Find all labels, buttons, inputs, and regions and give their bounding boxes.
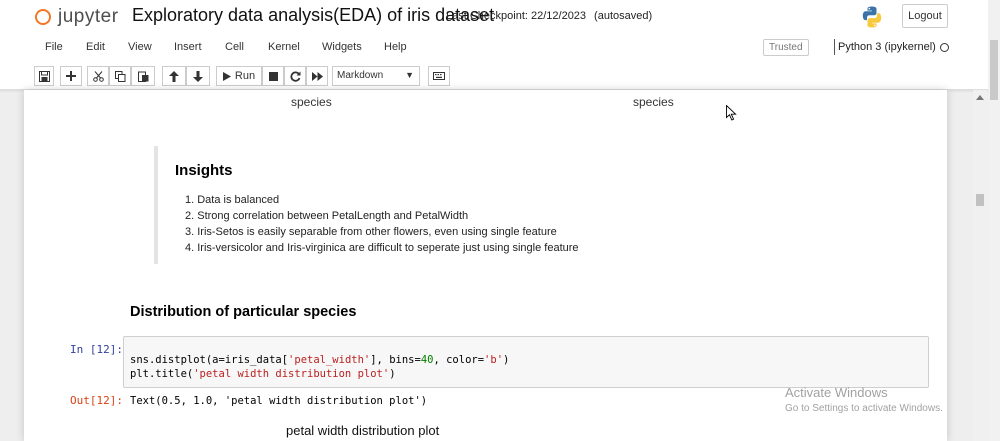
checkpoint-status: Last Checkpoint: 22/12/2023 (autosaved) [446,10,652,22]
paste-icon [137,71,148,82]
add-cell-icon [66,71,76,81]
notebook-header: jupyter Exploratory data analysis(EDA) o… [0,0,1000,93]
scrollbar-thumb[interactable] [976,194,984,206]
menu-widgets[interactable]: Widgets [322,41,362,53]
command-palette-button[interactable] [428,66,450,86]
cell-output-text: Text(0.5, 1.0, 'petal width distribution… [130,395,428,407]
copy-button[interactable] [109,66,131,86]
cell-type-value: Markdown [337,70,384,81]
python-logo-icon [862,6,882,28]
menu-cell[interactable]: Cell [225,41,244,53]
scroll-up-arrow-icon[interactable] [976,95,984,100]
menu-file[interactable]: File [45,41,63,53]
markdown-cell[interactable]: Insights 1. Data is balanced 2. Strong c… [154,146,934,264]
notebook-toolbar: Run Markdown ▼ [0,64,1000,90]
notebook-title[interactable]: Exploratory data analysis(EDA) of iris d… [132,5,494,26]
logout-button[interactable]: Logout [902,4,948,28]
list-item: 4. Iris-versicolor and Iris-virginica ar… [185,242,579,254]
mouse-cursor-icon [726,105,737,121]
fast-forward-icon [311,71,323,81]
insights-list: 1. Data is balanced 2. Strong correlatio… [185,192,579,256]
move-down-button[interactable] [186,66,210,86]
jupyter-logo-icon [34,8,52,26]
insights-heading: Insights [175,162,233,179]
menu-help[interactable]: Help [384,41,407,53]
watermark-subtitle: Go to Settings to activate Windows. [785,403,943,414]
menu-kernel[interactable]: Kernel [268,41,300,53]
restart-button[interactable] [284,66,306,86]
move-up-icon [169,70,179,82]
move-down-icon [193,70,203,82]
page-scrollbar[interactable] [988,0,1000,441]
plot-xaxis-label: species [633,95,674,109]
jupyter-logo[interactable]: jupyter [34,6,119,28]
fast-forward-button[interactable] [306,66,328,86]
stop-button[interactable] [262,66,284,86]
cell-type-select[interactable]: Markdown ▼ [332,66,420,86]
save-button[interactable] [34,66,54,86]
menubar: File Edit View Insert Cell Kernel Widget… [28,36,954,64]
cut-button[interactable] [87,66,109,86]
page-scrollbar-thumb[interactable] [990,40,998,100]
kernel-name[interactable]: Python 3 (ipykernel) [838,41,936,53]
code-line: sns.distplot(a=iris_data['petal_width'],… [130,354,510,366]
kernel-idle-icon [940,43,949,52]
cut-icon [92,70,104,82]
checkpoint-text: Last Checkpoint: 22/12/2023 [446,10,587,22]
stop-icon [268,71,278,81]
run-icon [222,71,231,81]
menu-insert[interactable]: Insert [174,41,202,53]
notebook-scrollbar[interactable] [973,90,987,441]
add-cell-button[interactable] [60,66,82,86]
jupyter-logo-text: jupyter [58,6,119,27]
keyboard-icon [433,72,445,80]
run-label: Run [234,70,256,82]
list-item: 1. Data is balanced [185,194,280,206]
menu-view[interactable]: View [128,41,152,53]
save-icon [38,70,50,82]
kernel-separator [834,39,835,55]
input-prompt: In [12]: [70,343,123,356]
plot-title: petal width distribution plot [286,423,440,438]
restart-icon [289,71,300,82]
watermark-title: Activate Windows [785,385,888,400]
output-prompt: Out[12]: [70,394,123,407]
menu-edit[interactable]: Edit [86,41,105,53]
copy-icon [114,70,125,82]
code-cell-input[interactable]: sns.distplot(a=iris_data['petal_width'],… [123,336,929,388]
run-button[interactable]: Run [216,66,262,86]
move-up-button[interactable] [162,66,186,86]
autosave-status: (autosaved) [594,10,653,22]
code-line: plt.title('petal width distribution plot… [130,368,396,380]
section-heading: Distribution of particular species [130,304,357,320]
chevron-down-icon: ▼ [405,70,414,80]
list-item: 3. Iris-Setos is easily separable from o… [185,226,557,238]
paste-button[interactable] [131,66,155,86]
activate-windows-watermark: Activate Windows Go to Settings to activ… [785,385,943,414]
trusted-indicator[interactable]: Trusted [763,39,809,56]
list-item: 2. Strong correlation between PetalLengt… [185,210,469,222]
plot-xaxis-label: species [291,95,332,109]
